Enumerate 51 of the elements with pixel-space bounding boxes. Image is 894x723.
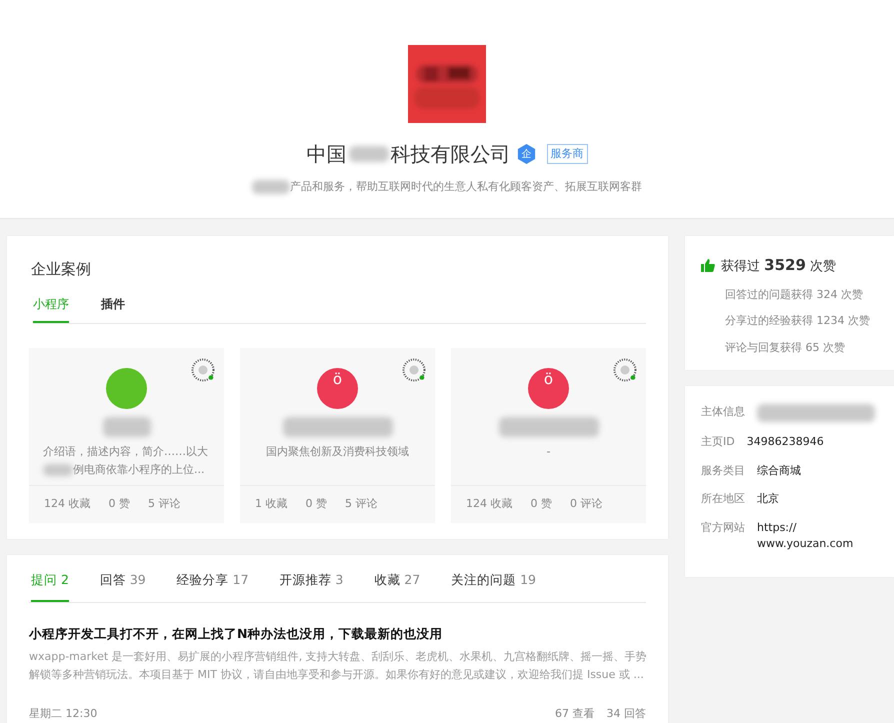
- info-value: 综合商城: [757, 462, 802, 478]
- case-description: 介绍语，描述内容，简介……以大: [43, 444, 208, 460]
- info-value: 北京: [757, 491, 780, 507]
- likes-detail: 回答过的问题获得 324 次赞: [725, 286, 864, 302]
- case-card[interactable]: ö - 124 收藏 0 赞 0 评论: [451, 348, 646, 522]
- stat-text: 5 评论: [345, 496, 378, 512]
- likes-detail: 分享过的经验获得 1234 次赞: [725, 313, 871, 329]
- stat-text: 0 赞: [530, 496, 552, 512]
- stat-text: 0 评论: [570, 496, 602, 512]
- case-card[interactable]: ö 国内聚焦创新及消费科技领域 1 收藏 0 赞 5 评论: [240, 348, 435, 522]
- stat-text: 0 赞: [306, 496, 327, 512]
- thumbs-up-icon: [701, 258, 715, 272]
- intro-text: 产品和服务，帮助互联网时代的生意人私有化顾客资产、拓展互联网客群: [290, 179, 642, 195]
- stat-text: 0 赞: [108, 496, 130, 512]
- tab[interactable]: 回答 39: [100, 571, 146, 602]
- stat-text: 67 查看: [555, 706, 594, 722]
- section-title: 企业案例: [31, 259, 92, 280]
- stat-text: 34 回答: [606, 706, 646, 722]
- info-value: https:// www.youzan.com: [757, 520, 854, 552]
- tab[interactable]: 收藏 27: [374, 571, 420, 602]
- service-tag: 服务商: [546, 144, 588, 164]
- info-value: 34986238946: [746, 434, 825, 450]
- case-description: 国内聚焦创新及消费科技领域: [266, 444, 409, 460]
- info-label: 服务类目: [701, 462, 745, 478]
- stat-text: 1 收藏: [255, 496, 288, 512]
- likes-detail: 评论与回复获得 65 次赞: [725, 340, 846, 356]
- info-label: 官方网站: [701, 520, 745, 536]
- likes-total: 获得过 3529 次赞: [721, 255, 836, 276]
- info-label: 主页ID: [701, 434, 735, 450]
- tab[interactable]: 关注的问题 19: [451, 571, 536, 602]
- stat-text: 124 收藏: [44, 496, 90, 512]
- stat-text: 124 收藏: [466, 496, 512, 512]
- info-label: 所在地区: [701, 491, 745, 507]
- company-name: 中国: [306, 141, 346, 168]
- avatar: ö: [528, 368, 569, 408]
- info-label: 主体信息: [701, 404, 745, 420]
- verified-icon: 企: [516, 144, 536, 164]
- post-title[interactable]: 小程序开发工具打不开，在网上找了N种办法也没用，下载最新的也没用: [29, 624, 646, 644]
- tab[interactable]: 开源推荐 3: [279, 571, 344, 602]
- case-description: 例电商依靠小程序的上位...: [73, 462, 204, 478]
- qr-code-icon: [191, 358, 215, 382]
- qr-code-icon: [402, 358, 426, 382]
- case-description: -: [546, 444, 550, 460]
- avatar: ö: [317, 368, 358, 408]
- company-name: 科技有限公司: [390, 141, 510, 168]
- qr-code-icon: [613, 358, 637, 382]
- post-time: 星期二 12:30: [29, 706, 98, 722]
- tab[interactable]: 经验分享 17: [176, 571, 249, 602]
- stat-text: 5 评论: [148, 496, 180, 512]
- post-excerpt: wxapp-market 是一套好用、易扩展的小程序营销组件, 支持大转盘、刮刮乐、老虎机、水果机、九宫格翻纸牌、摇一摇、手势 解锁等多种营销玩法。本项目基于 MIT 协议，请自由地享受和参与开源。如果你有好的意见或建议，欢迎给我们提 Issue 或 ...: [29, 648, 646, 682]
- tab[interactable]: 插件: [101, 294, 125, 322]
